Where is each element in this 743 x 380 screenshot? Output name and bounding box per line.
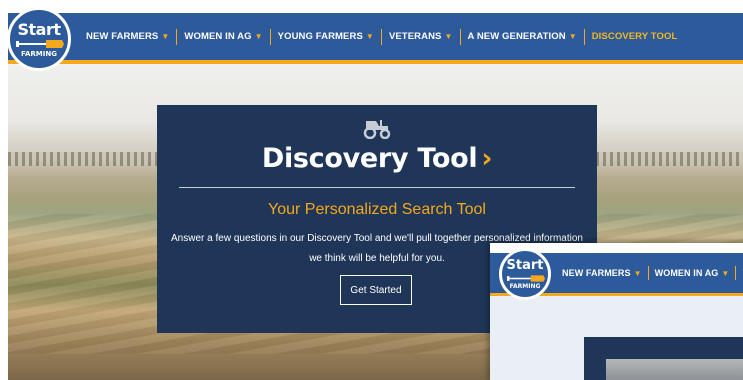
overlay-photo bbox=[606, 359, 743, 380]
hero-subtitle: Your Personalized Search Tool bbox=[268, 201, 486, 218]
shovel-icon bbox=[507, 275, 545, 282]
nav-divider bbox=[647, 266, 649, 280]
main-navbar: NEW FARMERS ▼ WOMEN IN AG ▼ YOUNG FARMER… bbox=[8, 13, 743, 64]
logo-text-start: Start bbox=[17, 20, 61, 39]
logo-text-farming: FARMING bbox=[21, 50, 57, 58]
nav-item-discovery-tool[interactable]: DISCOVERY TOOL bbox=[592, 31, 678, 42]
nav-item-veterans[interactable]: VETERANS ▼ bbox=[389, 31, 453, 42]
caret-down-icon: ▼ bbox=[365, 32, 374, 41]
overlay-nav-menu: NEW FARMERS ▼ WOMEN IN AG ▼ YO bbox=[562, 253, 743, 293]
logo-text-start: Start bbox=[506, 258, 544, 273]
nav-item-label: NEW FARMERS bbox=[562, 268, 631, 278]
get-started-button[interactable]: Get Started bbox=[340, 275, 412, 305]
overlay-start-farming-logo[interactable]: Start FARMING bbox=[499, 248, 551, 300]
nav-item-new-farmers[interactable]: NEW FARMERS ▼ bbox=[86, 31, 169, 42]
overlay-nav-item-women-in-ag[interactable]: WOMEN IN AG ▼ bbox=[655, 268, 730, 278]
tractor-icon bbox=[157, 117, 597, 143]
hero-title-text: Discovery Tool bbox=[261, 143, 478, 174]
nav-item-label: NEW FARMERS bbox=[86, 31, 159, 42]
nav-item-label: A NEW GENERATION bbox=[467, 31, 566, 42]
overlay-nav-item-new-farmers[interactable]: NEW FARMERS ▼ bbox=[562, 268, 642, 278]
caret-down-icon: ▼ bbox=[161, 32, 170, 41]
caret-down-icon: ▼ bbox=[633, 268, 642, 278]
nav-divider bbox=[735, 266, 737, 280]
nav-divider bbox=[380, 28, 382, 45]
title-divider bbox=[179, 187, 575, 188]
caret-down-icon: ▼ bbox=[721, 268, 730, 278]
nav-item-women-in-ag[interactable]: WOMEN IN AG ▼ bbox=[184, 31, 262, 42]
caret-down-icon: ▼ bbox=[254, 32, 263, 41]
overlay-window[interactable]: NEW FARMERS ▼ WOMEN IN AG ▼ YO Start bbox=[490, 243, 743, 380]
page-frame: NEW FARMERS ▼ WOMEN IN AG ▼ YOUNG FARMER… bbox=[0, 0, 743, 380]
nav-item-label: YOUNG FARMERS bbox=[277, 31, 363, 42]
nav-divider bbox=[176, 28, 178, 45]
nav-item-label: WOMEN IN AG bbox=[184, 31, 252, 42]
nav-item-young-farmers[interactable]: YOUNG FARMERS ▼ bbox=[278, 31, 374, 42]
nav-item-label: VETERANS bbox=[388, 31, 442, 42]
nav-divider bbox=[269, 28, 271, 45]
nav-item-label: WOMEN IN AG bbox=[654, 268, 719, 278]
shovel-icon bbox=[16, 40, 64, 48]
caret-down-icon: ▼ bbox=[444, 32, 453, 41]
nav-item-label: DISCOVERY TOOL bbox=[591, 31, 678, 42]
logo-text-farming: FARMING bbox=[509, 283, 541, 290]
chevron-right-icon: › bbox=[481, 143, 493, 174]
nav-menu: NEW FARMERS ▼ WOMEN IN AG ▼ YOUNG FARMER… bbox=[86, 13, 677, 60]
caret-down-icon: ▼ bbox=[568, 32, 577, 41]
nav-divider bbox=[459, 28, 461, 45]
nav-item-a-new-generation[interactable]: A NEW GENERATION ▼ bbox=[468, 31, 577, 42]
start-farming-logo[interactable]: Start FARMING bbox=[7, 7, 71, 71]
nav-divider bbox=[583, 28, 585, 45]
hero-title[interactable]: Discovery Tool › bbox=[157, 143, 597, 174]
